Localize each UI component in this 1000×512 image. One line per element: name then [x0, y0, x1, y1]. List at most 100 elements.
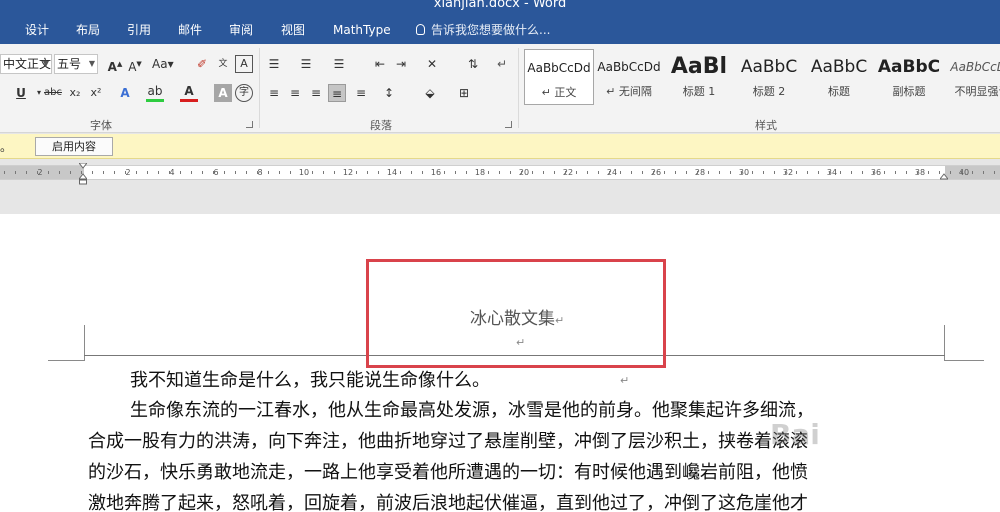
ruler-tick [653, 171, 654, 174]
ruler-number: 36 [870, 168, 882, 177]
font-dialog-launcher-icon[interactable] [246, 121, 253, 128]
character-shading-icon[interactable]: A [214, 84, 232, 102]
style-title[interactable]: AaBbC 标题 [804, 49, 874, 105]
ruler-tick [554, 171, 555, 174]
style-name: 标题 2 [752, 85, 786, 98]
shrink-font-icon[interactable]: A▼ [126, 55, 144, 74]
font-size-dropdown[interactable]: 五号 ▼ [54, 54, 98, 74]
indent-marker-icon[interactable] [79, 163, 87, 185]
ruler-tick [741, 171, 742, 174]
borders-icon[interactable]: ⊞ [455, 84, 473, 102]
strikethrough-icon[interactable]: abc [44, 84, 62, 102]
style-sample: AaBbC [877, 57, 941, 77]
style-name: 标题 [828, 85, 850, 98]
superscript-icon[interactable]: x² [87, 84, 105, 102]
numbering-icon[interactable]: ☰ [297, 55, 315, 73]
paragraph-group-label: 段落 [370, 119, 392, 132]
ruler-tick [169, 171, 170, 174]
message-text: 。 [0, 140, 13, 154]
chinese-layout-icon[interactable]: ✕ [423, 55, 441, 73]
phonetic-guide-icon[interactable]: 文 [214, 55, 232, 73]
style-heading-2[interactable]: AaBbC 标题 2 [734, 49, 804, 105]
ruler-number: 2 [125, 168, 131, 177]
style-subtitle[interactable]: AaBbC 副标题 [874, 49, 944, 105]
ruler-number: 26 [650, 168, 662, 177]
ruler-tick [488, 171, 489, 174]
sort-icon[interactable]: ⇅ [464, 55, 482, 73]
style-normal[interactable]: AaBbCcDd ↵ 正文 [524, 49, 594, 105]
body-line-5[interactable]: 激地奔腾了起来，怒吼着，回旋着，前波后浪地起伏催逼，直到他过了，冲倒了这危崖他才 [88, 489, 948, 512]
ruler-area: 2 2 4 6 8 10 12 14 16 18 20 22 24 26 28 30 32 34 36 38 40 [0, 160, 1000, 188]
ruler-tick [598, 171, 599, 174]
tab-design[interactable]: 设计 [25, 21, 49, 39]
underline-icon[interactable]: U [12, 84, 30, 102]
show-formatting-marks-icon[interactable]: ↵ [493, 55, 511, 73]
body-line-1[interactable]: 我不知道生命是什么，我只能说生命像什么。 [130, 366, 990, 396]
highlight-color-icon[interactable]: ab [146, 84, 164, 102]
tab-references[interactable]: 引用 [127, 21, 151, 39]
shading-icon[interactable]: ⬙ [421, 84, 439, 102]
style-no-spacing[interactable]: AaBbCcDd ↵ 无间隔 [594, 49, 664, 105]
bullets-icon[interactable]: ☰ [265, 55, 283, 73]
font-color-icon[interactable]: A [180, 84, 198, 102]
ruler-tick [213, 171, 214, 174]
clear-formatting-icon[interactable]: ✐ [193, 55, 211, 73]
body-line-4[interactable]: 的沙石，快乐勇敢地流走，一路上他享受着他所遭遇的一切：有时候他遇到巉岩前阻，他愤 [88, 458, 948, 488]
character-border-icon[interactable]: A [235, 55, 253, 73]
tab-view[interactable]: 视图 [281, 21, 305, 39]
align-center-icon[interactable]: ≡ [286, 84, 304, 102]
tell-me-search[interactable]: 告诉我您想要做什么... [416, 21, 550, 39]
enclose-characters-icon[interactable]: 字 [235, 84, 253, 102]
tab-review[interactable]: 审阅 [229, 21, 253, 39]
ribbon: 中文正文 ▼ 五号 ▼ A▲ A▼ Aa▾ ✐ 文 A U ▾ abc x₂ x² … [0, 44, 1000, 133]
ruler-tick [851, 171, 852, 174]
multilevel-list-icon[interactable]: ☰ [330, 55, 348, 73]
ruler-tick [268, 171, 269, 174]
grow-font-icon[interactable]: A▲ [106, 55, 124, 74]
ruler-tick [576, 171, 577, 174]
style-subtle-emphasis[interactable]: AaBbCcDd 不明显强调 [944, 49, 1000, 105]
ruler-tick [950, 171, 951, 174]
distributed-icon[interactable]: ≡ [352, 84, 370, 102]
align-left-icon[interactable]: ≡ [265, 84, 283, 102]
increase-indent-icon[interactable]: ⇥ [392, 55, 410, 73]
ruler-tick [565, 171, 566, 174]
align-right-icon[interactable]: ≡ [307, 84, 325, 102]
style-heading-1[interactable]: AaBl 标题 1 [664, 49, 734, 105]
ruler-tick [587, 171, 588, 174]
ruler-tick [719, 171, 720, 174]
style-name: ↵ 正文 [541, 86, 577, 99]
ruler-tick [147, 171, 148, 174]
style-sample: AaBbCcDd [950, 60, 1000, 74]
change-case-icon[interactable]: Aa▾ [152, 55, 174, 73]
enable-content-button[interactable]: 启用内容 [35, 137, 113, 156]
ruler-tick [697, 171, 698, 174]
ruler-tick [389, 171, 390, 174]
subscript-icon[interactable]: x₂ [66, 84, 84, 102]
ruler-tick [367, 171, 368, 174]
line-spacing-icon[interactable]: ↕ [380, 84, 398, 102]
horizontal-ruler[interactable]: 2 2 4 6 8 10 12 14 16 18 20 22 24 26 28 30 32 34 36 38 40 [0, 165, 1000, 180]
font-name-dropdown[interactable]: 中文正文 ▼ [0, 54, 52, 74]
ruler-tick [444, 171, 445, 174]
style-name: 不明显强调 [954, 85, 1000, 98]
ruler-tick [290, 171, 291, 174]
right-indent-marker-icon[interactable] [940, 163, 948, 185]
paragraph-dialog-launcher-icon[interactable] [505, 121, 512, 128]
tab-mailings[interactable]: 邮件 [178, 21, 202, 39]
body-line-2[interactable]: 生命像东流的一江春水，他从生命最高处发源，冰雪是他的前身。他聚集起许多细流， [130, 396, 990, 426]
ruler-tick [631, 171, 632, 174]
ruler-tick [994, 171, 995, 174]
tab-layout[interactable]: 布局 [76, 21, 100, 39]
ruler-tick [730, 171, 731, 174]
crop-mark [944, 360, 984, 361]
ruler-tick [785, 171, 786, 174]
decrease-indent-icon[interactable]: ⇤ [371, 55, 389, 73]
text-effects-icon[interactable]: A [116, 84, 134, 102]
word-window: xianjian.docx - Word 设计 布局 引用 邮件 审阅 视图 M… [0, 0, 1000, 512]
ruler-tick [92, 171, 93, 174]
ruler-number: 22 [562, 168, 574, 177]
ruler-tick [928, 171, 929, 174]
justify-icon[interactable]: ≡ [328, 84, 346, 102]
tab-mathtype[interactable]: MathType [333, 21, 391, 39]
